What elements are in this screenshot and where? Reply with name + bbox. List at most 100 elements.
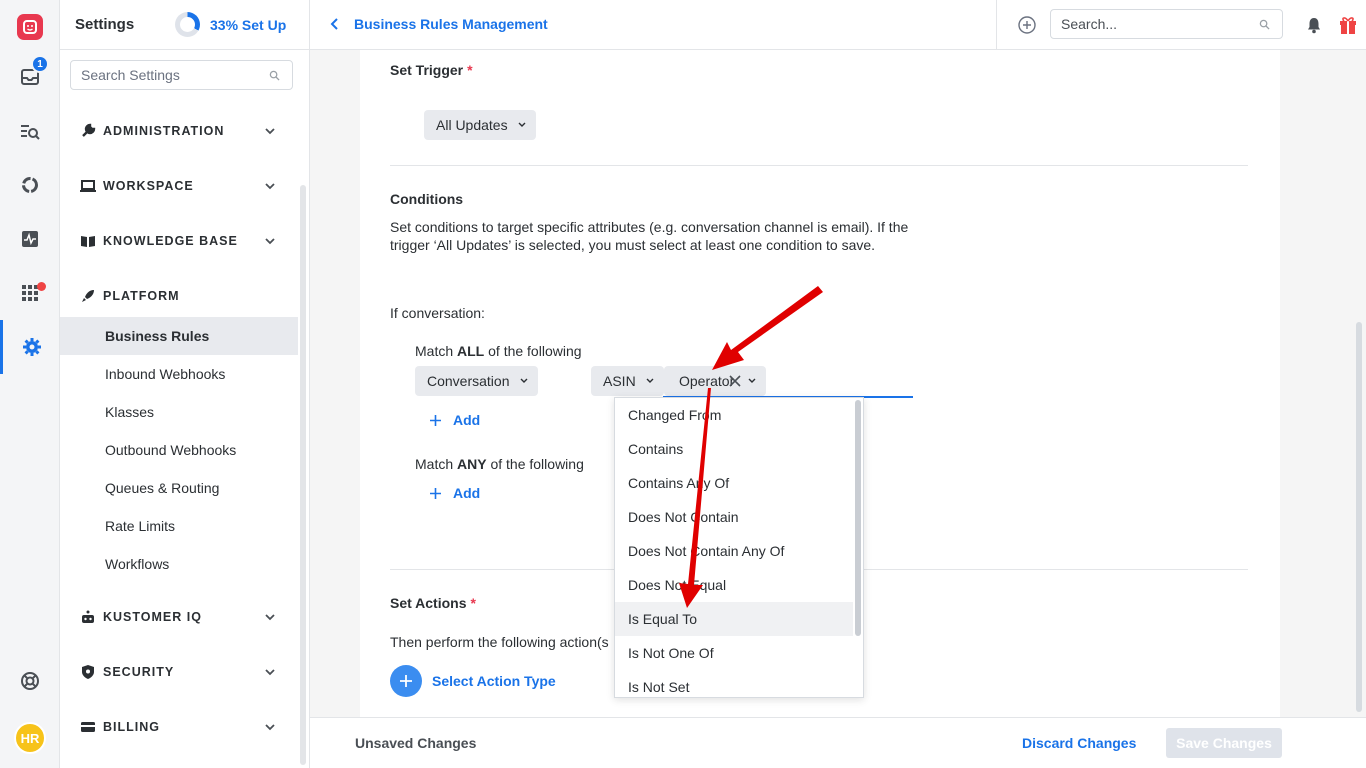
kustomer-logo[interactable] [0, 0, 60, 54]
operator-option[interactable]: Contains Any Of [615, 466, 853, 500]
gift-icon[interactable] [1338, 14, 1358, 36]
section-administration[interactable]: ADMINISTRATION [60, 111, 298, 151]
laptop-icon [80, 180, 96, 192]
sidebar-item-klasses[interactable]: Klasses [60, 393, 298, 431]
progress-ring-icon [175, 12, 200, 37]
if-conversation-label: If conversation: [390, 305, 485, 321]
plus-icon [430, 414, 441, 426]
settings-sidebar: Settings 33% Set Up Search Settings ADMI… [60, 0, 310, 768]
match-any-prefix: Match [415, 456, 458, 472]
notification-dot [37, 282, 46, 291]
save-changes-button[interactable]: Save Changes [1166, 728, 1282, 758]
main-scrollbar[interactable] [1356, 322, 1362, 712]
set-actions-heading: Set Actions * [390, 595, 476, 611]
rail-inbox[interactable] [0, 50, 60, 104]
plus-circle-icon [390, 665, 422, 697]
global-search-input[interactable]: Search... [1050, 9, 1283, 39]
sidebar-scrollbar[interactable] [300, 185, 306, 765]
shield-icon [82, 665, 94, 679]
section-platform[interactable]: PLATFORM [60, 276, 298, 316]
operator-option[interactable]: Changed From [615, 398, 853, 432]
object-select[interactable]: Conversation [415, 366, 538, 396]
operator-option[interactable]: Does Not Contain [615, 500, 853, 534]
section-kustomer-iq[interactable]: KUSTOMER IQ [60, 597, 298, 637]
plus-icon [430, 487, 441, 499]
rail-reports[interactable] [0, 158, 60, 212]
add-any-condition-button[interactable]: Add [430, 485, 480, 501]
add-label: Add [453, 485, 481, 501]
wrench-icon [82, 123, 96, 137]
chevron-down-icon [518, 122, 526, 127]
operator-option[interactable]: Does Not Equal [615, 568, 853, 602]
rail-apps[interactable] [0, 266, 60, 320]
set-trigger-heading: Set Trigger * [390, 62, 473, 78]
operator-select[interactable]: Operator [664, 366, 767, 396]
lifebuoy-icon [21, 672, 39, 690]
select-action-type-button[interactable]: Select Action Type [390, 665, 556, 697]
footer-bar: Unsaved Changes Discard Changes Save Cha… [310, 717, 1366, 768]
setup-progress[interactable]: 33% Set Up [175, 12, 286, 37]
breadcrumb[interactable]: Business Rules Management [330, 16, 548, 32]
match-all-label: Match ALL of the following [415, 342, 582, 360]
operator-option[interactable]: Does Not Contain Any Of [615, 534, 853, 568]
sidebar-item-business-rules[interactable]: Business Rules [60, 317, 298, 355]
section-label: SECURITY [103, 665, 175, 679]
conditions-description-line-2: trigger ‘All Updates’ is selected, you m… [390, 237, 876, 253]
sidebar-item-inbound-webhooks[interactable]: Inbound Webhooks [60, 355, 298, 393]
settings-search-input[interactable]: Search Settings [70, 60, 293, 90]
conditions-heading: Conditions [390, 191, 464, 207]
rail-help[interactable] [0, 654, 60, 708]
attribute-select-value: ASIN [603, 373, 636, 389]
sidebar-title: Settings [75, 16, 135, 33]
match-any-label: Match ANY of the following [415, 455, 584, 473]
section-workspace[interactable]: WORKSPACE [60, 166, 298, 206]
section-label: BILLING [103, 720, 160, 734]
section-label: ADMINISTRATION [103, 124, 225, 138]
bell-icon[interactable] [1306, 16, 1322, 34]
section-security[interactable]: SECURITY [60, 652, 298, 692]
section-knowledge-base[interactable]: KNOWLEDGE BASE [60, 221, 298, 261]
chevron-down-icon [265, 614, 275, 621]
robot-icon [82, 610, 94, 623]
chevron-left-icon [330, 18, 338, 30]
unsaved-changes-status: Unsaved Changes [355, 735, 477, 751]
search-icon [1259, 19, 1270, 30]
rail-activity[interactable] [0, 212, 60, 266]
chevron-down-icon [265, 183, 275, 190]
plus-circle-icon[interactable] [1018, 16, 1036, 34]
divider [390, 165, 1248, 166]
top-bar: Business Rules Management Search... [310, 0, 1366, 50]
add-all-condition-button[interactable]: Add [430, 412, 480, 428]
search-icon [269, 70, 280, 81]
book-icon [81, 236, 95, 247]
sidebar-item-outbound-webhooks[interactable]: Outbound Webhooks [60, 431, 298, 469]
operator-select-value: Operator [679, 373, 735, 389]
chevron-down-icon [265, 128, 275, 135]
operator-option-highlighted[interactable]: Is Equal To [615, 602, 853, 636]
set-actions-label: Set Actions [390, 595, 467, 611]
sidebar-item-workflows[interactable]: Workflows [60, 545, 298, 583]
rail-settings[interactable] [0, 320, 60, 374]
dropdown-scrollbar[interactable] [855, 400, 861, 636]
trigger-select[interactable]: All Updates [424, 110, 536, 140]
match-any-suffix: of the following [486, 456, 584, 472]
discard-changes-button[interactable]: Discard Changes [1022, 735, 1136, 751]
section-label: PLATFORM [103, 289, 180, 303]
required-mark: * [467, 62, 473, 78]
operator-option[interactable]: Is Not One Of [615, 636, 853, 670]
chevron-down-icon [265, 724, 275, 731]
remove-condition-icon[interactable] [729, 375, 741, 387]
attribute-select[interactable]: ASIN [591, 366, 664, 396]
user-avatar[interactable]: HR [14, 722, 46, 754]
sidebar-item-queues-routing[interactable]: Queues & Routing [60, 469, 298, 507]
rail-search[interactable] [0, 104, 60, 158]
sidebar-item-rate-limits[interactable]: Rate Limits [60, 507, 298, 545]
operator-option[interactable]: Is Not Set [615, 670, 853, 697]
operator-option[interactable]: Contains [615, 432, 853, 466]
chevron-down-icon [646, 378, 654, 383]
select-action-label: Select Action Type [432, 673, 556, 689]
activity-icon [22, 231, 38, 247]
section-billing[interactable]: BILLING [60, 707, 298, 747]
object-select-value: Conversation [427, 373, 510, 389]
match-all-keyword: ALL [457, 343, 485, 359]
